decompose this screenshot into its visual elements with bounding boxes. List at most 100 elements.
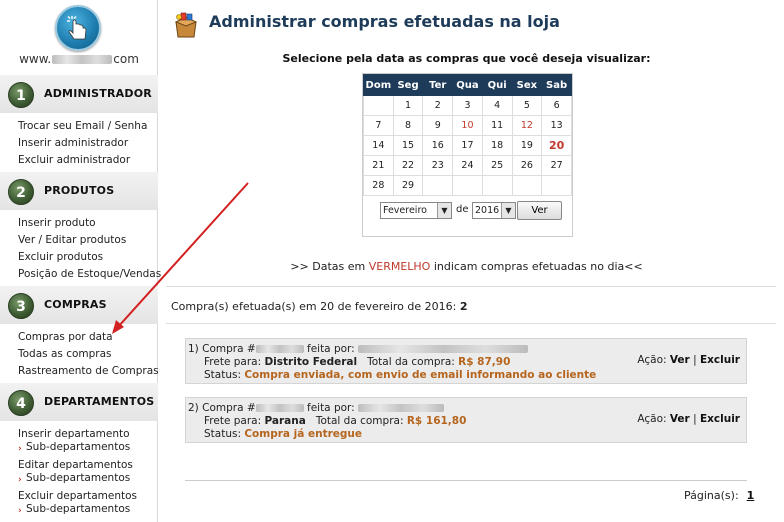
menu-subitem-label: Sub-departamentos bbox=[26, 503, 131, 515]
menu-item-posicao-estoque[interactable]: Posição de Estoque/Vendas bbox=[18, 266, 161, 283]
calendar-day[interactable]: 18 bbox=[481, 135, 513, 156]
menu-item-trocar-email[interactable]: Trocar seu Email / Senha bbox=[18, 118, 147, 135]
status-value: Compra já entregue bbox=[244, 428, 363, 440]
menu-administrador: Trocar seu Email / Senha Inserir adminis… bbox=[18, 118, 147, 169]
menu-item-todas-compras[interactable]: Todas as compras bbox=[18, 346, 159, 363]
calendar-week: 28 29 bbox=[363, 175, 572, 196]
menu-compras: Compras por data Todas as compras Rastre… bbox=[18, 329, 159, 380]
menu-subitem-sub-departamentos[interactable]: › Sub-departamentos bbox=[18, 503, 137, 516]
page-title: Administrar compras efetuadas na loja bbox=[209, 12, 560, 31]
total-label: Total da compra: bbox=[367, 356, 455, 368]
menu-item-editar-departamentos[interactable]: Editar departamentos bbox=[18, 458, 137, 472]
menu-item-compras-por-data[interactable]: Compras por data bbox=[18, 329, 159, 346]
calendar-day[interactable]: 11 bbox=[481, 115, 513, 136]
calendar-day[interactable]: 22 bbox=[392, 155, 424, 176]
ver-link[interactable]: Ver bbox=[670, 354, 690, 366]
ver-button[interactable]: Ver bbox=[517, 201, 562, 220]
total-label: Total da compra: bbox=[315, 415, 404, 427]
weekday-header: Dom bbox=[363, 74, 394, 96]
calendar-day[interactable]: 13 bbox=[541, 115, 572, 136]
logo-hand-cursor-icon[interactable] bbox=[55, 5, 101, 51]
weekday-header: Ter bbox=[422, 74, 454, 96]
calendar-week: 123456 bbox=[363, 95, 572, 116]
calendar-day[interactable]: 21 bbox=[363, 155, 394, 176]
calendar-empty-cell bbox=[422, 175, 454, 196]
frete-label: Frete para: bbox=[204, 356, 262, 368]
calendar-day[interactable]: 10 bbox=[452, 115, 483, 136]
redacted-domain bbox=[52, 55, 113, 64]
menu-subitem-sub-departamentos[interactable]: › Sub-departamentos bbox=[18, 441, 137, 454]
menu-item-rastreamento[interactable]: Rastreamento de Compras bbox=[18, 363, 159, 380]
calendar-week: 21 22 23 24 25 26 27 bbox=[363, 155, 572, 176]
divider bbox=[166, 286, 776, 287]
ver-link[interactable]: Ver bbox=[670, 413, 690, 425]
calendar-grid: Dom Seg Ter Qua Qui Sex Sab 1 2 3 4 5 6 7 8 9 10 11 12 13 1… bbox=[363, 74, 572, 196]
weekday-header: Seg bbox=[392, 74, 424, 96]
menu-item-excluir-departamentos[interactable]: Excluir departamentos bbox=[18, 489, 137, 503]
menu-item-inserir-produto[interactable]: Inserir produto bbox=[18, 215, 161, 232]
calendar-day[interactable]: 2 bbox=[422, 95, 454, 116]
calendar-day[interactable]: 27 bbox=[541, 155, 572, 176]
section-header-administrador: 1 ADMINISTRADOR bbox=[0, 75, 158, 113]
calendar-day[interactable]: 23 bbox=[422, 155, 454, 176]
redacted-order-id bbox=[255, 345, 304, 353]
redacted-customer bbox=[358, 345, 529, 353]
summary-label: Compra(s) efetuada(s) em 20 de fevereiro… bbox=[171, 300, 457, 313]
calendar-day[interactable]: 3 bbox=[452, 95, 483, 116]
menu-departamentos: Inserir departamento › Sub-departamentos … bbox=[18, 427, 137, 516]
sidebar: www. com 1 ADMINISTRADOR Trocar seu Email… bbox=[0, 0, 161, 522]
calendar-day[interactable]: 15 bbox=[392, 135, 424, 156]
menu-item-excluir-admin[interactable]: Excluir administrador bbox=[18, 152, 147, 169]
calendar-day[interactable]: 20 bbox=[541, 135, 572, 156]
weekday-header: Qua bbox=[452, 74, 483, 96]
calendar-day[interactable]: 12 bbox=[511, 115, 543, 136]
order-status-line: Status: Compra enviada, com envio de ema… bbox=[204, 369, 596, 381]
menu-item-inserir-departamento[interactable]: Inserir departamento bbox=[18, 427, 137, 441]
excluir-link[interactable]: Excluir bbox=[700, 413, 740, 425]
section-title: PRODUTOS bbox=[44, 184, 115, 197]
year-select[interactable]: 2016 ▼ bbox=[472, 202, 516, 219]
menu-subitem-sub-departamentos[interactable]: › Sub-departamentos bbox=[18, 472, 137, 485]
summary-count: 2 bbox=[459, 300, 468, 313]
site-url-suffix: com bbox=[113, 52, 139, 66]
menu-item-inserir-admin[interactable]: Inserir administrador bbox=[18, 135, 147, 152]
calendar-day[interactable]: 1 bbox=[392, 95, 424, 116]
calendar-day[interactable]: 24 bbox=[452, 155, 483, 176]
status-label: Status: bbox=[204, 369, 241, 381]
calendar-day[interactable]: 17 bbox=[452, 135, 483, 156]
calendar-day[interactable]: 29 bbox=[392, 175, 424, 196]
frete-value: Distrito Federal bbox=[264, 356, 358, 368]
action-separator: | bbox=[693, 354, 697, 366]
calendar-day[interactable]: 5 bbox=[511, 95, 543, 116]
section-number-badge: 4 bbox=[8, 390, 34, 416]
menu-item-ver-editar-produtos[interactable]: Ver / Editar produtos bbox=[18, 232, 161, 249]
order-actions: Ação: Ver | Excluir bbox=[637, 354, 740, 366]
chevron-down-icon: ▼ bbox=[437, 203, 451, 218]
calendar-day[interactable]: 26 bbox=[511, 155, 543, 176]
calendar-day[interactable]: 28 bbox=[363, 175, 394, 196]
calendar-day[interactable]: 19 bbox=[511, 135, 543, 156]
page-link[interactable]: 1 bbox=[747, 489, 755, 502]
orders-summary: Compra(s) efetuada(s) em 20 de fevereiro… bbox=[171, 300, 468, 313]
divider bbox=[166, 323, 776, 324]
calendar-empty-cell bbox=[511, 175, 543, 196]
calendar-day[interactable]: 16 bbox=[422, 135, 454, 156]
order-shipping-line: Frete para: Distrito Federal Total da co… bbox=[204, 356, 510, 368]
legend-highlight: VERMELHO bbox=[368, 260, 431, 273]
calendar-day[interactable]: 9 bbox=[422, 115, 454, 136]
calendar-day[interactable]: 6 bbox=[541, 95, 572, 116]
calendar-day[interactable]: 8 bbox=[392, 115, 424, 136]
calendar-empty-cell bbox=[481, 175, 513, 196]
frete-label: Frete para: bbox=[204, 415, 262, 427]
calendar-day[interactable]: 4 bbox=[481, 95, 513, 116]
calendar-week: 7 8 9 10 11 12 13 bbox=[363, 115, 572, 136]
chevron-down-icon: ▼ bbox=[501, 203, 515, 218]
menu-item-excluir-produtos[interactable]: Excluir produtos bbox=[18, 249, 161, 266]
calendar-day[interactable]: 14 bbox=[363, 135, 394, 156]
order-made-by: feita por: bbox=[303, 402, 355, 414]
excluir-link[interactable]: Excluir bbox=[700, 354, 740, 366]
month-select[interactable]: Fevereiro ▼ bbox=[380, 202, 452, 219]
calendar-day[interactable]: 7 bbox=[363, 115, 394, 136]
chevron-right-icon: › bbox=[18, 444, 22, 454]
calendar-day[interactable]: 25 bbox=[481, 155, 513, 176]
